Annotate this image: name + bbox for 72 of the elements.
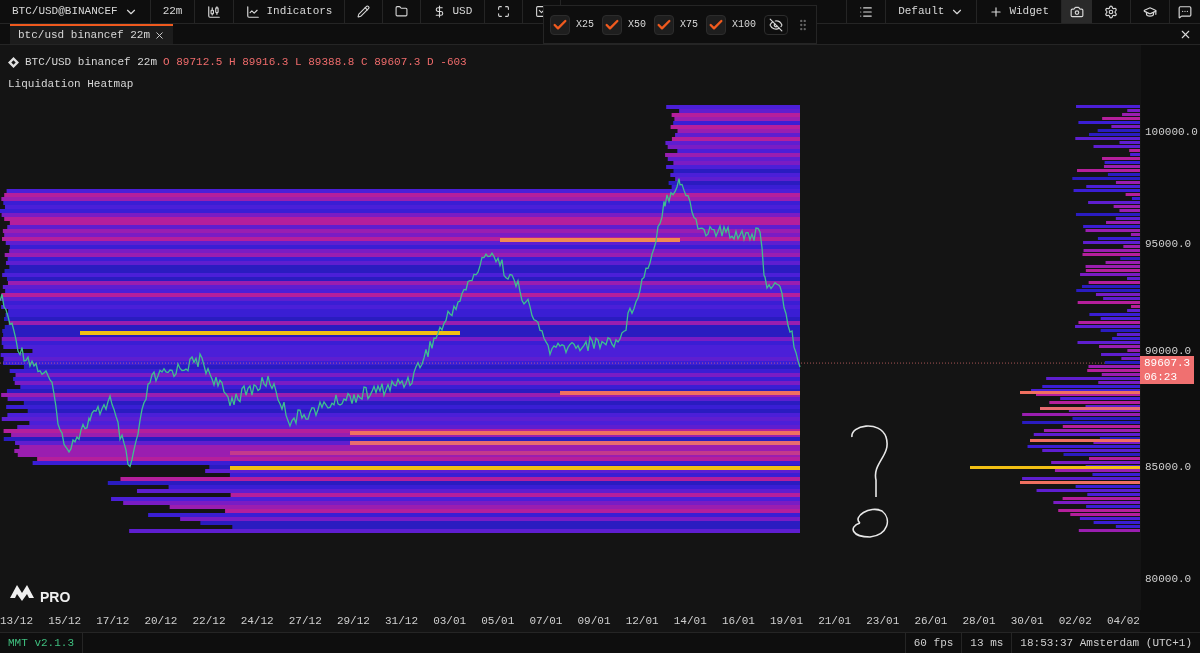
date-label: 16/01 [721, 613, 755, 629]
version-label: MMT v2.1.3 [0, 633, 83, 653]
date-label: 19/01 [770, 613, 803, 629]
list-icon [859, 4, 874, 19]
date-label: 22/12 [192, 613, 226, 629]
date-label: 26/01 [914, 613, 948, 629]
ohlc-values: O 89712.5 H 89916.3 L 89388.8 C 89607.3 D -603 [163, 55, 467, 70]
date-label: 05/01 [481, 613, 515, 629]
plus-icon [989, 4, 1004, 19]
indicator-label: Liquidation Heatmap [8, 77, 134, 92]
logo-text: PRO [40, 588, 71, 607]
leverage-label: X50 [628, 18, 647, 32]
date-label: 29/12 [336, 613, 370, 629]
folder-icon [395, 5, 409, 18]
clock: 18:53:37 Amsterdam (UTC+1) [1011, 633, 1200, 653]
line-chart-icon [246, 4, 261, 19]
eye-off-icon [769, 17, 784, 32]
settings-icon [1104, 4, 1118, 19]
symbol-label: BTC/USD binancef 22m [25, 55, 158, 70]
date-label: 17/12 [96, 613, 130, 629]
logo-icon [10, 585, 34, 601]
date-label: 15/12 [48, 613, 82, 629]
candle-countdown: 06:23 [1144, 370, 1178, 385]
date-label: 27/12 [288, 613, 322, 629]
date-label: 04/02 [1106, 613, 1140, 629]
price-label: 80000.0 [1145, 571, 1192, 587]
screenshot-button[interactable] [1062, 0, 1092, 23]
price-label: 85000.0 [1145, 459, 1192, 475]
date-label: 30/01 [1010, 613, 1044, 629]
last-price: 89607.3 [1144, 356, 1191, 371]
date-label: 09/01 [577, 613, 611, 629]
hide-button[interactable] [764, 14, 789, 35]
fullscreen-icon [497, 5, 511, 18]
leverage-checkbox[interactable] [706, 14, 727, 35]
close-icon [154, 29, 166, 41]
date-label: 28/01 [962, 613, 996, 629]
leverage-label: X100 [732, 18, 757, 32]
date-label: 14/01 [673, 613, 707, 629]
leverage-label: X75 [680, 18, 699, 32]
leverage-label: X25 [576, 18, 594, 32]
leverage-checkbox[interactable] [550, 14, 570, 35]
date-label: 03/01 [433, 613, 467, 629]
date-label: 12/01 [625, 613, 659, 629]
candlestick-icon [207, 4, 222, 19]
leverage-checkbox[interactable] [654, 14, 675, 35]
date-label: 24/12 [240, 613, 274, 629]
pencil-icon [357, 5, 371, 18]
price-label: 90000.0 [1145, 344, 1192, 359]
exchange-icon [8, 56, 19, 68]
date-label: 21/01 [818, 613, 852, 629]
fps-counter: 60 fps [904, 633, 962, 653]
leverage-checkbox[interactable] [602, 14, 622, 35]
chart-tab[interactable]: btc/usd binancef 22m [10, 24, 174, 44]
currency-button[interactable]: USD [421, 0, 486, 23]
interval-button[interactable]: 22m [150, 0, 196, 23]
price-label: 100000.0 [1145, 125, 1198, 140]
date-label: 13/12 [0, 613, 33, 629]
camera-icon [1070, 4, 1084, 19]
date-label: 07/01 [529, 613, 563, 629]
date-label: 23/01 [866, 613, 900, 629]
indicators-button[interactable]: Indicators [234, 0, 346, 23]
list-button[interactable] [846, 0, 887, 23]
graduation-cap-icon [1143, 4, 1157, 19]
price-label: 95000.0 [1145, 236, 1192, 252]
date-label: 31/12 [385, 613, 418, 629]
date-label: 20/12 [144, 613, 178, 629]
chat-icon [1178, 4, 1192, 19]
date-label: 02/02 [1058, 613, 1092, 629]
symbol-selector[interactable]: BTC/USD@BINANCEF [0, 0, 151, 23]
tab-label: btc/usd binancef 22m [18, 27, 151, 43]
latency-counter: 13 ms [961, 633, 1012, 653]
layout-selector[interactable]: Default [886, 0, 978, 23]
